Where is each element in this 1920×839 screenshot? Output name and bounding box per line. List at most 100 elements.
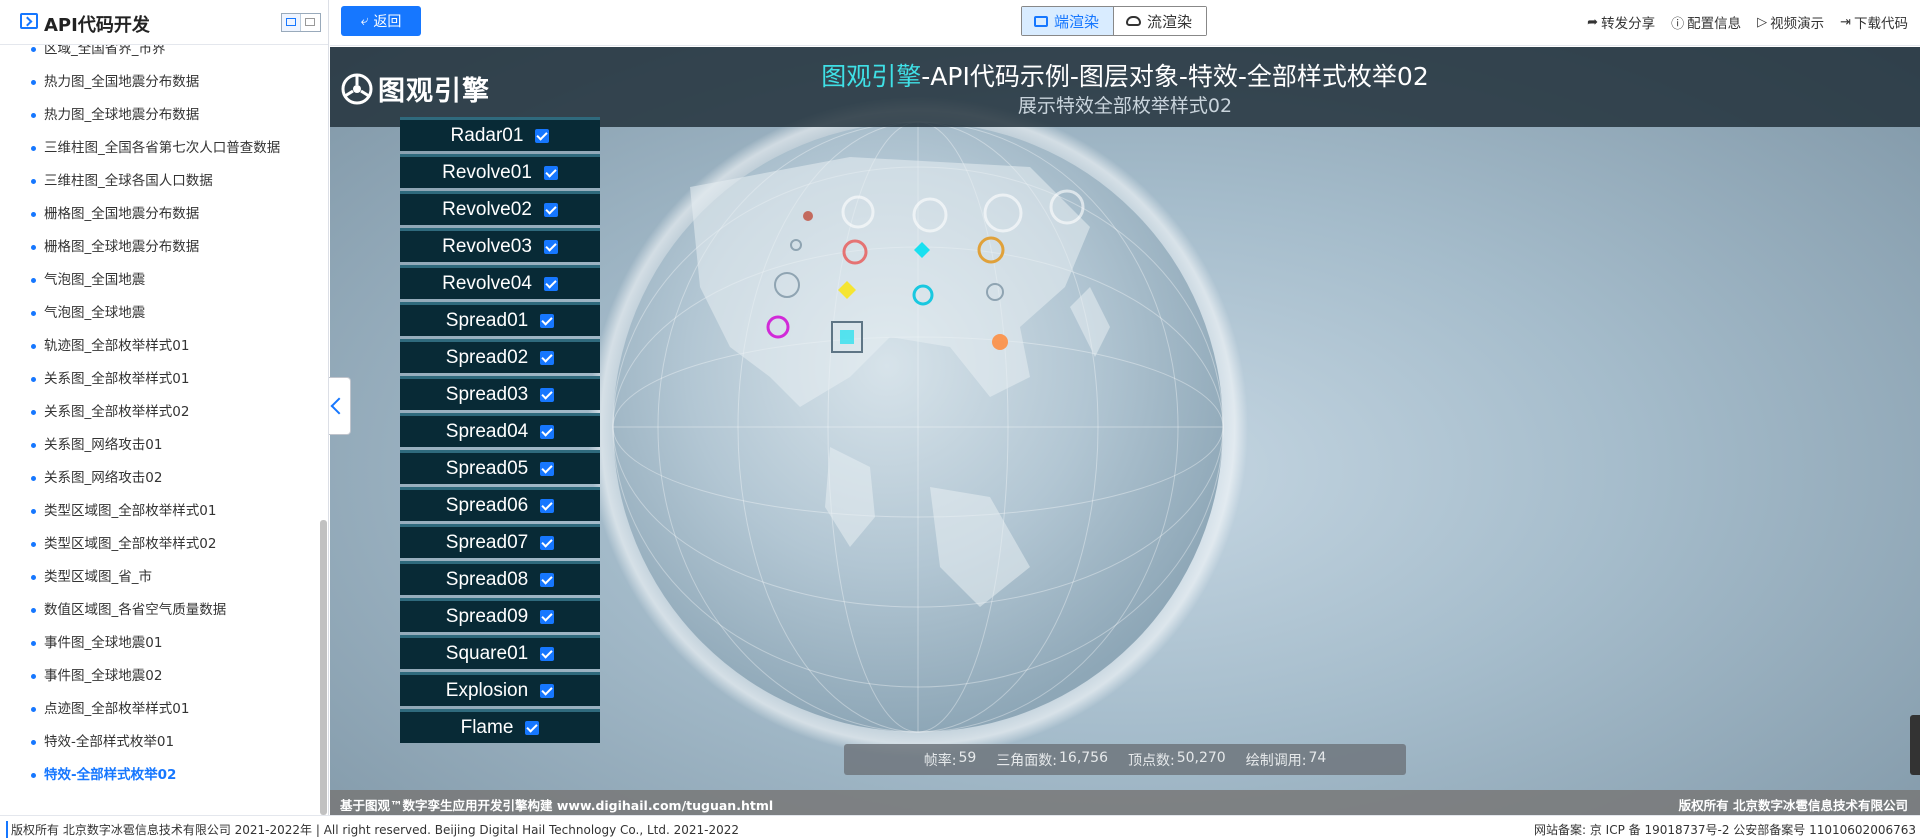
render-viewport[interactable]: 图观引擎 图观引擎-API代码示例-图层对象-特效-全部样式枚举02 展示特效全… bbox=[330, 47, 1920, 815]
vertices-value: 50,270 bbox=[1176, 749, 1226, 766]
info-icon: ⓘ bbox=[1671, 16, 1685, 32]
video-demo-button[interactable]: ▷ 视频演示 bbox=[1757, 12, 1824, 33]
config-info-label: 配置信息 bbox=[1687, 16, 1742, 32]
card-view-icon[interactable] bbox=[301, 14, 320, 31]
sidebar-item[interactable]: 三维柱图_全球各国人口数据 bbox=[0, 165, 328, 198]
layer-label: Revolve04 bbox=[442, 272, 532, 294]
layer-toggle[interactable]: Spread01 bbox=[400, 302, 600, 336]
sidebar-item[interactable]: 栅格图_全球地震分布数据 bbox=[0, 231, 328, 264]
config-info-button[interactable]: ⓘ 配置信息 bbox=[1671, 12, 1741, 32]
sidebar-item[interactable]: 关系图_全部枚举样式01 bbox=[0, 363, 328, 396]
download-icon: ⇥ bbox=[1840, 14, 1851, 30]
sidebar-item[interactable]: 轨迹图_全部枚举样式01 bbox=[0, 330, 328, 363]
layer-checkbox[interactable] bbox=[540, 609, 555, 624]
fps-stat: 帧率: 59 bbox=[924, 750, 977, 770]
layer-label: Spread02 bbox=[445, 346, 529, 368]
layer-toggle[interactable]: Spread03 bbox=[400, 376, 600, 410]
flame-effect bbox=[992, 334, 1008, 350]
layer-checkbox[interactable] bbox=[540, 313, 555, 328]
engine-credit: 基于图观™数字孪生应用开发引擎构建 www.digihail.com/tugua… bbox=[340, 798, 774, 813]
sidebar-item[interactable]: 关系图_全部枚举样式02 bbox=[0, 396, 328, 429]
layer-checkbox[interactable] bbox=[540, 424, 555, 439]
sidebar-item[interactable]: 数值区域图_各省空气质量数据 bbox=[0, 594, 328, 627]
layer-label: Spread08 bbox=[445, 568, 529, 590]
monitor-icon bbox=[1034, 15, 1048, 27]
layer-toggle[interactable]: Spread06 bbox=[400, 487, 600, 521]
layer-toggle[interactable]: Spread08 bbox=[400, 561, 600, 595]
layer-checkbox[interactable] bbox=[525, 720, 540, 735]
sidebar-item[interactable]: 类型区域图_全部枚举样式01 bbox=[0, 495, 328, 528]
top-toolbar: ⤶ 返回 端渲染 流渲染 ➦ 转发分享 ⓘ 配置信息 ▷ 视频演示 ⇥ 下载代码 bbox=[330, 0, 1920, 46]
sidebar-item[interactable]: 事件图_全球地震02 bbox=[0, 660, 328, 693]
collapse-sidebar-button[interactable] bbox=[329, 377, 351, 435]
layer-checkbox[interactable] bbox=[543, 165, 558, 180]
share-label: 转发分享 bbox=[1601, 16, 1656, 32]
sidebar-item[interactable]: 气泡图_全球地震 bbox=[0, 297, 328, 330]
side-panel-handle[interactable] bbox=[1910, 715, 1920, 775]
layer-checkbox[interactable] bbox=[540, 535, 555, 550]
sidebar-item[interactable]: 特效-全部样式枚举01 bbox=[0, 726, 328, 759]
layer-checkbox[interactable] bbox=[540, 350, 555, 365]
sidebar-item[interactable]: 事件图_全球地震01 bbox=[0, 627, 328, 660]
sidebar-item[interactable]: 热力图_全国地震分布数据 bbox=[0, 66, 328, 99]
layer-checkbox[interactable] bbox=[540, 498, 555, 513]
layer-toggle[interactable]: Square01 bbox=[400, 635, 600, 669]
layer-toggle[interactable]: Spread02 bbox=[400, 339, 600, 373]
layer-checkbox[interactable] bbox=[540, 461, 555, 476]
layer-checkbox[interactable] bbox=[540, 572, 555, 587]
drawcalls-label: 绘制调用: bbox=[1245, 752, 1307, 769]
sidebar-item[interactable]: 特效-全部样式枚举02 bbox=[0, 759, 328, 792]
stream-render-label: 流渲染 bbox=[1147, 12, 1193, 31]
footer-icp: 网站备案: 京 ICP 备 19018737号-2 公安部备案号 1101060… bbox=[1533, 823, 1916, 837]
sidebar-item[interactable]: 热力图_全球地震分布数据 bbox=[0, 99, 328, 132]
sidebar-item[interactable]: 关系图_网络攻击01 bbox=[0, 429, 328, 462]
layer-toggle-list: Radar01 Revolve01 Revolve02 Revolve03 Revolv… bbox=[400, 117, 600, 746]
vertices-stat: 顶点数: 50,270 bbox=[1128, 750, 1226, 770]
triangles-label: 三角面数: bbox=[996, 752, 1057, 769]
layer-label: Spread01 bbox=[445, 309, 529, 331]
back-button[interactable]: ⤶ 返回 bbox=[341, 6, 421, 36]
layer-checkbox[interactable] bbox=[540, 646, 555, 661]
layer-toggle[interactable]: Radar01 bbox=[400, 117, 600, 151]
download-code-button[interactable]: ⇥ 下载代码 bbox=[1840, 12, 1908, 33]
sidebar-header: API代码开发 bbox=[0, 0, 328, 45]
sidebar-item[interactable]: 关系图_网络攻击02 bbox=[0, 462, 328, 495]
layer-checkbox[interactable] bbox=[540, 683, 555, 698]
local-render-button[interactable]: 端渲染 bbox=[1022, 7, 1115, 35]
share-button[interactable]: ➦ 转发分享 bbox=[1587, 12, 1656, 33]
top-actions: ➦ 转发分享 ⓘ 配置信息 ▷ 视频演示 ⇥ 下载代码 bbox=[1587, 12, 1908, 33]
sidebar-item[interactable]: 气泡图_全国地震 bbox=[0, 264, 328, 297]
layer-toggle[interactable]: Revolve02 bbox=[400, 191, 600, 225]
page-footer: 版权所有 北京数字冰雹信息技术有限公司 2021-2022年 | All rig… bbox=[0, 815, 1920, 839]
layer-toggle[interactable]: Flame bbox=[400, 709, 600, 743]
fps-value: 59 bbox=[958, 749, 977, 766]
stream-render-button[interactable]: 流渲染 bbox=[1114, 7, 1207, 35]
layer-checkbox[interactable] bbox=[535, 128, 550, 143]
layer-checkbox[interactable] bbox=[543, 276, 558, 291]
layer-toggle[interactable]: Explosion bbox=[400, 672, 600, 706]
sidebar-item[interactable]: 点迹图_全部枚举样式01 bbox=[0, 693, 328, 726]
triangles-stat: 三角面数: 16,756 bbox=[996, 750, 1108, 770]
layer-checkbox[interactable] bbox=[540, 387, 555, 402]
layer-toggle[interactable]: Spread04 bbox=[400, 413, 600, 447]
layer-label: Spread09 bbox=[445, 605, 529, 627]
list-view-icon[interactable] bbox=[282, 14, 301, 31]
layer-toggle[interactable]: Revolve03 bbox=[400, 228, 600, 262]
layer-checkbox[interactable] bbox=[543, 239, 558, 254]
square-effect bbox=[840, 330, 854, 344]
layer-toggle[interactable]: Spread07 bbox=[400, 524, 600, 558]
layer-toggle[interactable]: Revolve04 bbox=[400, 265, 600, 299]
layer-toggle[interactable]: Spread09 bbox=[400, 598, 600, 632]
viewport-copyright: 版权所有 北京数字冰雹信息技术有限公司 bbox=[1678, 798, 1908, 813]
layer-toggle[interactable]: Revolve01 bbox=[400, 154, 600, 188]
sidebar-item[interactable]: 栅格图_全国地震分布数据 bbox=[0, 198, 328, 231]
layer-checkbox[interactable] bbox=[543, 202, 558, 217]
layer-toggle[interactable]: Spread05 bbox=[400, 450, 600, 484]
layer-label: Flame bbox=[460, 716, 514, 738]
sidebar: 区域_全国省界_市界 热力图_全国地震分布数据 热力图_全球地震分布数据 三维柱图_全… bbox=[0, 0, 329, 815]
sidebar-scrollbar[interactable] bbox=[320, 520, 327, 815]
sidebar-item[interactable]: 类型区域图_全部枚举样式02 bbox=[0, 528, 328, 561]
sidebar-item[interactable]: 三维柱图_全国各省第七次人口普查数据 bbox=[0, 132, 328, 165]
drawcalls-stat: 绘制调用: 74 bbox=[1246, 750, 1327, 770]
sidebar-item[interactable]: 类型区域图_省_市 bbox=[0, 561, 328, 594]
